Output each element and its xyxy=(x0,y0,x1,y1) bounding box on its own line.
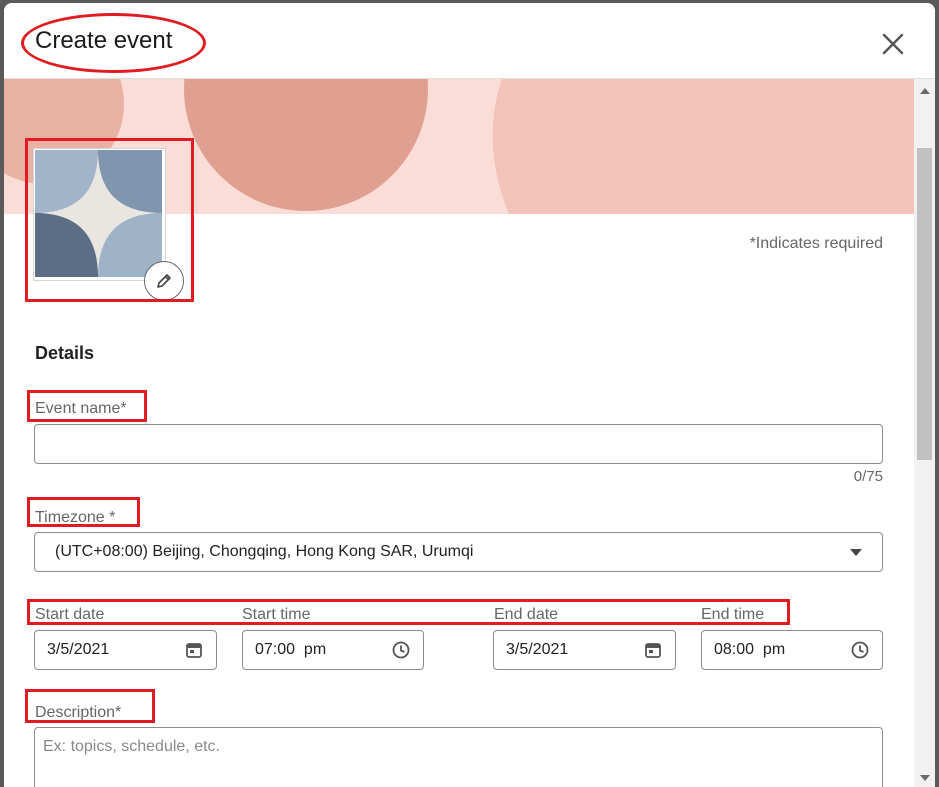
start-date-value: 3/5/2021 xyxy=(47,641,110,658)
timezone-label: Timezone * xyxy=(35,509,116,526)
required-note: *Indicates required xyxy=(749,235,883,252)
pencil-icon xyxy=(157,274,171,288)
scroll-up-arrow[interactable] xyxy=(920,88,930,94)
start-date-label: Start date xyxy=(35,606,105,623)
scroll-thumb[interactable] xyxy=(917,148,932,460)
start-date-input[interactable]: 3/5/2021 xyxy=(34,630,217,670)
clock-icon[interactable] xyxy=(392,641,410,659)
chevron-down-icon xyxy=(850,549,862,556)
scroll-down-arrow[interactable] xyxy=(920,775,930,781)
dialog-body[interactable]: *Indicates required Details Event name* … xyxy=(4,79,935,787)
event-name-counter: 0/75 xyxy=(853,468,883,485)
timezone-select[interactable]: (UTC+08:00) Beijing, Chongqing, Hong Kon… xyxy=(34,532,883,572)
timezone-selected: (UTC+08:00) Beijing, Chongqing, Hong Kon… xyxy=(55,543,474,560)
close-icon xyxy=(882,33,904,55)
end-time-input[interactable]: 08:00 pm xyxy=(701,630,883,670)
end-date-input[interactable]: 3/5/2021 xyxy=(493,630,676,670)
dialog-title: Create event xyxy=(35,27,173,54)
dialog-header: Create event xyxy=(4,3,935,79)
end-time-value: 08:00 pm xyxy=(714,641,786,658)
create-event-dialog: Create event *Indicates required Details… xyxy=(4,3,935,787)
event-logo xyxy=(33,148,166,281)
end-date-label: End date xyxy=(494,606,559,623)
calendar-icon[interactable] xyxy=(644,641,662,659)
description-textarea[interactable]: Ex: topics, schedule, etc. xyxy=(34,727,883,787)
vertical-scrollbar[interactable] xyxy=(914,79,935,787)
event-name-input[interactable] xyxy=(34,424,883,464)
start-time-input[interactable]: 07:00 pm xyxy=(242,630,424,670)
event-name-label: Event name* xyxy=(35,400,127,417)
description-placeholder: Ex: topics, schedule, etc. xyxy=(43,738,220,755)
start-time-label: Start time xyxy=(242,606,311,623)
calendar-icon[interactable] xyxy=(185,641,203,659)
end-time-label: End time xyxy=(701,606,765,623)
description-label: Description* xyxy=(35,704,122,721)
end-date-value: 3/5/2021 xyxy=(506,641,569,658)
close-button[interactable] xyxy=(876,27,910,61)
details-heading: Details xyxy=(35,343,95,363)
edit-logo-button[interactable] xyxy=(144,261,184,301)
start-time-value: 07:00 pm xyxy=(255,641,327,658)
event-logo-image xyxy=(35,150,162,277)
clock-icon[interactable] xyxy=(851,641,869,659)
